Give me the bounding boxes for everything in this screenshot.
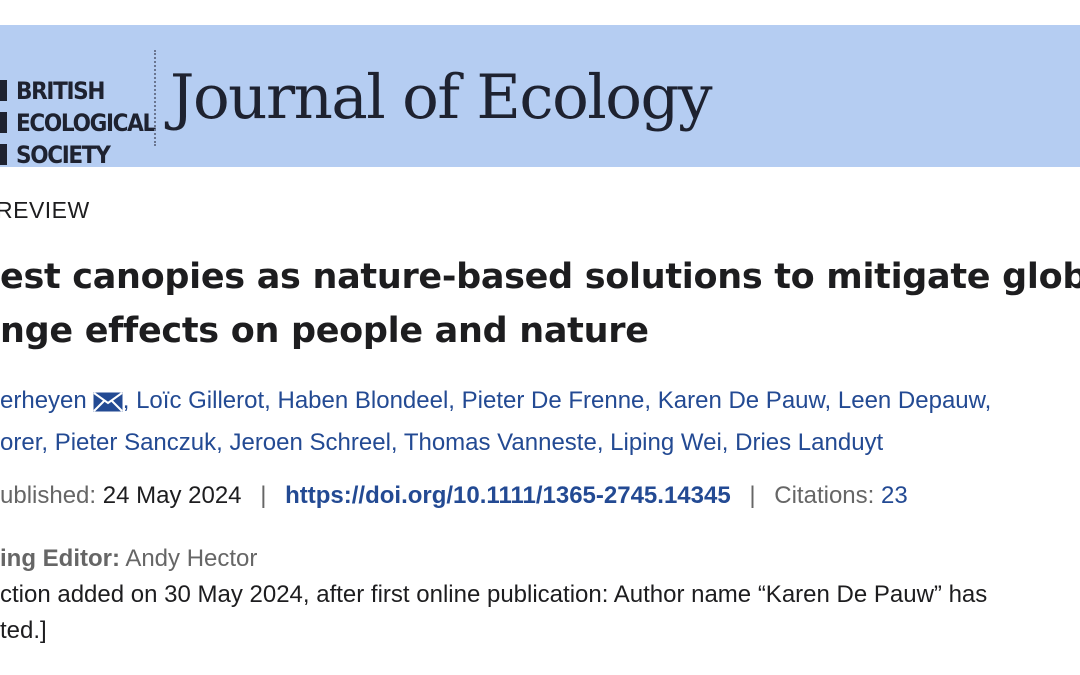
correction-line: ted.] [0,617,47,644]
society-line: BRITISH [16,77,105,105]
journal-title[interactable]: Journal of Ecology [170,67,713,128]
article-title: est canopies as nature-based solutions t… [0,250,1080,358]
author-link[interactable]: Liping Wei [610,429,722,456]
author-link[interactable]: Dries Landuyt [735,429,883,456]
author-link[interactable]: Leen Depauw [838,387,985,414]
correction-note: ction added on 30 May 2024, after first … [0,577,1080,649]
envelope-icon[interactable] [93,386,123,424]
published-label: ublished: [0,482,97,509]
separator: | [749,482,756,509]
editor-name: Andy Hector [125,545,258,572]
author-link[interactable]: erheyen [0,387,87,414]
author-link[interactable]: Karen De Pauw [658,387,825,414]
society-line: ECOLOGICAL [16,109,156,137]
correction-line: ction added on 30 May 2024, after first … [0,581,988,608]
author-link[interactable]: orer [0,429,41,456]
article-type: REVIEW [0,197,90,223]
publication-info: ublished: 24 May 2024 | https://doi.org/… [0,482,908,510]
logo-bar [0,80,7,101]
title-line: nge effects on people and nature [0,311,649,351]
author-link[interactable]: Loïc Gillerot [136,387,264,414]
doi-link[interactable]: https://doi.org/10.1111/1365-2745.14345 [285,482,731,509]
author-list: erheyen, Loïc Gillerot, Haben Blondeel, … [0,382,1080,462]
author-link[interactable]: Pieter Sanczuk [55,429,216,456]
society-line: SOCIETY [16,141,111,169]
logo-bar [0,112,7,133]
bes-logo[interactable]: BRITISH ECOLOGICAL SOCIETY [0,75,156,169]
author-link[interactable]: Jeroen Schreel [229,429,390,456]
separator: | [260,482,267,509]
journal-banner: BRITISH ECOLOGICAL SOCIETY Journal of Ec… [0,25,1080,167]
citations-label: Citations: [774,482,875,509]
author-link[interactable]: Thomas Vanneste [404,429,597,456]
logo-divider [154,50,156,146]
author-link[interactable]: Haben Blondeel [277,387,448,414]
citations-count-link[interactable]: 23 [881,482,908,509]
editor-label: ing Editor: [0,545,120,572]
author-line: orer, Pieter Sanczuk, Jeroen Schreel, Th… [0,429,884,456]
published-date: 24 May 2024 [102,482,242,509]
title-line: est canopies as nature-based solutions t… [0,257,1080,297]
handling-editor: ing Editor: Andy Hector [0,545,257,573]
author-line: erheyen, Loïc Gillerot, Haben Blondeel, … [0,382,1080,424]
logo-bar [0,144,7,165]
author-link[interactable]: Pieter De Frenne [462,387,645,414]
